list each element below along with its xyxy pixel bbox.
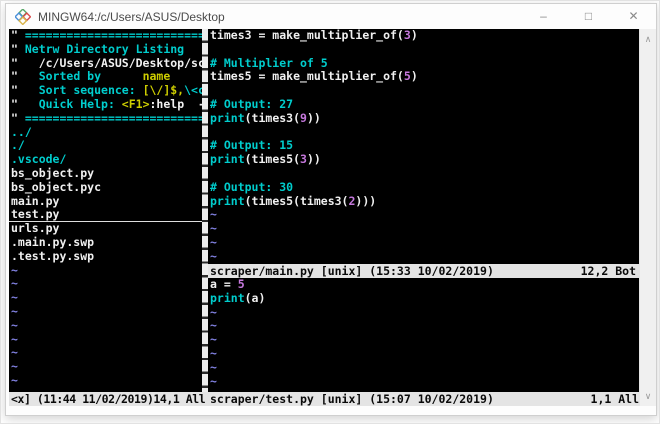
minimize-button[interactable]: – [521,4,566,29]
empty-line-tilde: ~ [9,346,202,360]
main-py-status-file: scraper/main.py [unix] (15:33 10/02/2019… [208,264,494,278]
test-py-pane[interactable]: a = 5print(a)~~~~~~ [208,278,639,392]
empty-line-tilde: ~ [208,375,639,389]
netrw-entry[interactable]: ../ [9,126,202,140]
empty-line-tilde: ~ [9,374,202,388]
maximize-button[interactable]: □ [566,4,611,29]
empty-line-tilde: ~ [208,347,639,361]
code-line [208,43,639,57]
screenshot-root: MINGW64:/c/Users/ASUS/Desktop – □ ✕ " ==… [0,0,660,424]
netrw-banner-line: " ======================================… [9,29,202,43]
empty-line-tilde: ~ [208,250,639,264]
netrw-banner-line: " Sorted by name [9,70,202,84]
code-line: # Multiplier of 5 [208,57,639,71]
close-button[interactable]: ✕ [611,4,656,29]
scrollbar-down-icon[interactable]: ∨ [640,388,656,404]
code-line [208,126,639,140]
empty-line-tilde: ~ [208,319,639,333]
empty-line-tilde: ~ [9,319,202,333]
code-line: # Output: 15 [208,139,639,153]
main-py-status-ruler: 12,2 Bot [581,264,639,278]
main-py-pane[interactable]: times3 = make_multiplier_of(3) # Multipli… [208,29,639,264]
netrw-pane[interactable]: " ======================================… [9,29,202,392]
netrw-entry[interactable]: urls.py [9,222,202,236]
code-line [208,84,639,98]
test-py-statusline: scraper/test.py [unix] (15:07 10/02/2019… [208,392,639,406]
code-line: times3 = make_multiplier_of(3) [208,29,639,43]
code-line: print(times5(3)) [208,153,639,167]
terminal-area: " ======================================… [9,29,639,406]
empty-line-tilde: ~ [208,306,639,320]
code-line: print(times5(times3(2))) [208,195,639,209]
netrw-banner-line: " /c/Users/ASUS/Desktop/scraper [9,57,202,71]
empty-line-tilde: ~ [9,277,202,291]
empty-line-tilde: ~ [208,333,639,347]
netrw-banner-line: " Quick Help: <F1>:help -:go up dir [9,98,202,112]
netrw-entry[interactable]: main.py [9,195,202,209]
mintty-window: MINGW64:/c/Users/ASUS/Desktop – □ ✕ " ==… [5,3,657,416]
netrw-entry[interactable]: .vscode/ [9,153,202,167]
code-line: print(a) [208,292,639,306]
netrw-entry[interactable]: .main.py.swp [9,236,202,250]
empty-line-tilde: ~ [9,333,202,347]
window-title: MINGW64:/c/Users/ASUS/Desktop [38,10,225,24]
netrw-entry[interactable]: ./ [9,139,202,153]
empty-line-tilde: ~ [208,236,639,250]
empty-line-tilde: ~ [9,360,202,374]
empty-line-tilde: ~ [9,264,202,278]
code-line [208,167,639,181]
empty-line-tilde: ~ [208,208,639,222]
main-py-statusline: scraper/main.py [unix] (15:33 10/02/2019… [208,264,639,278]
test-py-status-file: scraper/test.py [unix] (15:07 10/02/2019… [210,392,494,406]
code-line: # Output: 30 [208,181,639,195]
netrw-banner-line: " ======================================… [9,112,202,126]
code-line: print(times3(9)) [208,112,639,126]
netrw-banner-line: " Netrw Directory Listing [9,43,202,57]
code-line: # Output: 27 [208,98,639,112]
netrw-entry[interactable]: bs_object.pyc [9,181,202,195]
empty-line-tilde: ~ [9,305,202,319]
terminal-scrollbar[interactable]: ∧ ∨ [639,29,656,406]
netrw-entry[interactable]: test.py [9,208,202,222]
code-line: times5 = make_multiplier_of(5) [208,70,639,84]
netrw-statusline: <x] (11:44 11/02/2019)14,1 All [9,392,208,406]
title-bar[interactable]: MINGW64:/c/Users/ASUS/Desktop – □ ✕ [6,4,656,29]
code-line: a = 5 [208,278,639,292]
empty-line-tilde: ~ [9,291,202,305]
msys-app-icon [15,9,31,25]
empty-line-tilde: ~ [208,361,639,375]
scrollbar-up-icon[interactable]: ∧ [640,31,656,47]
test-py-status-ruler: 1,1 All [591,392,639,406]
netrw-banner-line: " Sort sequence: [\/]$,\<core [9,84,202,98]
netrw-entry[interactable]: bs_object.py [9,167,202,181]
empty-line-tilde: ~ [208,222,639,236]
netrw-entry[interactable]: .test.py.swp [9,250,202,264]
